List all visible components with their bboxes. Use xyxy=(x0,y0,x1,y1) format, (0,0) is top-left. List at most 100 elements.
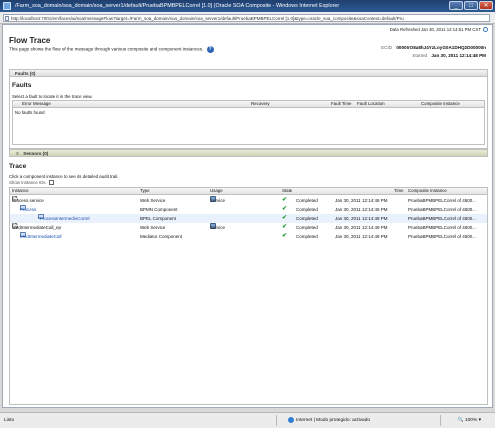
collapse-icon: ≡ xyxy=(16,151,19,156)
description-text: This page shows the flow of the message … xyxy=(9,46,204,52)
col-usage[interactable]: Usage xyxy=(210,188,223,194)
faults-table: Error Message Recovery Fault Time Fault … xyxy=(12,100,485,145)
faults-empty-message: No faults found xyxy=(15,110,45,115)
row-type: Mediator Component xyxy=(140,234,183,239)
row-time: Jan 30, 2011 12:14:48 PM xyxy=(335,198,388,203)
url-field[interactable]: http://localhost:7001/em/faces/ai/soa/me… xyxy=(3,14,490,22)
ecid-row: ECID 0000IrO8a8hJ4YzLoyG0A1DHQ2D00000n xyxy=(376,45,486,50)
trace-row[interactable]: +MedIntermediateCall Mediator Component … xyxy=(10,232,487,241)
refresh-label: Data Refreshed Jan 30, 2011 12:14:51 PM … xyxy=(389,27,481,32)
instance-link[interactable]: Process xyxy=(20,205,36,214)
row-state: Completed xyxy=(296,234,318,239)
window-title-bar: /Farm_soa_domain/soa_domain/soa_server1/… xyxy=(0,0,495,12)
trace-row[interactable]: −MedIntermediateCall_ep Web Service Serv… xyxy=(10,223,487,232)
started-label: Started xyxy=(412,53,428,58)
col-instance[interactable]: Instance xyxy=(12,188,29,194)
row-type: Web Service xyxy=(140,225,166,230)
col-error-message[interactable]: Error Message xyxy=(22,101,51,107)
trace-heading: Trace xyxy=(9,163,27,170)
data-refreshed: Data Refreshed Jan 30, 2011 12:14:51 PM … xyxy=(389,27,488,33)
col-state[interactable]: State xyxy=(282,188,292,194)
zoom-control[interactable]: 🔍 100% ▾ xyxy=(458,413,481,428)
row-time: Jan 30, 2011 12:14:49 PM xyxy=(335,207,388,212)
sensors-bar-label: Sensors (0) xyxy=(23,151,49,156)
col-composite[interactable]: Composite Instance xyxy=(408,188,447,194)
row-time: Jan 30, 2011 12:14:49 PM xyxy=(335,216,388,221)
started-value: Jan 30, 2011 12:14:48 PM xyxy=(431,53,486,58)
faults-section-header[interactable]: Faults (0) xyxy=(9,69,488,77)
faults-hint: Select a fault to locate it in the trace… xyxy=(12,94,93,99)
col-type[interactable]: Type xyxy=(140,188,150,194)
ecid-value: 0000IrO8a8hJ4YzLoyG0A1DHQ2D00000n xyxy=(396,45,486,50)
row-state: Completed xyxy=(296,198,318,203)
row-composite: PruebaBPMBPELCorrel of 4500... xyxy=(408,198,477,203)
url-text: http://localhost:7001/em/faces/ai/soa/me… xyxy=(11,16,404,21)
instance-name: MedIntermediateCall_ep xyxy=(12,225,62,230)
zone-text: Internet | Modo protegido: activado xyxy=(296,418,371,423)
row-time: Jan 30, 2011 12:14:49 PM xyxy=(335,225,388,230)
address-bar: http://localhost:7001/em/faces/ai/soa/me… xyxy=(0,12,495,24)
faults-bar-label: Faults (0) xyxy=(15,71,36,76)
security-zone[interactable]: Internet | Modo protegido: activado xyxy=(288,413,370,428)
col-composite-instance[interactable]: Composite Instance xyxy=(421,101,460,107)
status-divider xyxy=(440,415,441,426)
row-composite: PruebaBPMBPELCorrel of 4500... xyxy=(408,207,477,212)
page-icon xyxy=(5,16,9,21)
started-row: Started Jan 30, 2011 12:14:48 PM xyxy=(411,53,486,58)
trace-row[interactable]: *ProcessIntermedioCorrel BPEL Component … xyxy=(10,214,487,223)
row-type: BPEL Component xyxy=(140,216,176,221)
status-divider xyxy=(276,415,277,426)
help-icon[interactable]: ? xyxy=(206,46,214,53)
minimize-button[interactable]: _ xyxy=(449,1,463,10)
page-content: Data Refreshed Jan 30, 2011 12:14:51 PM … xyxy=(2,24,493,408)
show-instance-ids: Show Instance IDs xyxy=(9,180,54,186)
col-fault-time[interactable]: Fault Time xyxy=(331,101,352,107)
row-composite: PruebaBPMBPELCorrel of 4500... xyxy=(408,216,477,221)
window-title: /Farm_soa_domain/soa_domain/soa_server1/… xyxy=(15,3,340,9)
trace-row[interactable]: −Process.service Web Service Service ✔ C… xyxy=(10,196,487,205)
row-type: BPMN Component xyxy=(140,207,178,212)
col-fault-location[interactable]: Fault Location xyxy=(357,101,385,107)
show-ids-checkbox[interactable] xyxy=(48,180,54,186)
row-usage: Service xyxy=(210,225,226,230)
window-controls: _ □ ✕ xyxy=(449,1,493,10)
row-time: Jan 30, 2011 12:14:49 PM xyxy=(335,234,388,239)
page-title: Flow Trace xyxy=(9,36,51,45)
ecid-label: ECID xyxy=(381,45,393,50)
col-time[interactable]: Time xyxy=(394,188,404,194)
refresh-icon[interactable] xyxy=(483,27,488,33)
instance-link[interactable]: *ProcessIntermedioCorrel xyxy=(38,214,90,223)
row-usage: Service xyxy=(210,198,226,203)
check-icon: ✔ xyxy=(282,197,288,203)
row-state: Completed xyxy=(296,216,318,221)
row-composite: PruebaBPMBPELCorrel of 4500... xyxy=(408,234,477,239)
page-description: This page shows the flow of the message … xyxy=(9,46,214,53)
instance-link[interactable]: MedIntermediateCall xyxy=(20,232,62,241)
row-composite: PruebaBPMBPELCorrel of 4500... xyxy=(408,225,477,230)
col-recovery[interactable]: Recovery xyxy=(251,101,270,107)
faults-table-header: Error Message Recovery Fault Time Fault … xyxy=(13,101,484,108)
trace-table: Instance Type Usage State Time Composite… xyxy=(9,187,488,405)
ie-app-icon xyxy=(3,2,11,10)
check-icon: ✔ xyxy=(282,215,288,221)
trace-row[interactable]: −Process BPMN Component ✔ Completed Jan … xyxy=(10,205,487,214)
maximize-button[interactable]: □ xyxy=(464,1,478,10)
sensors-section-header[interactable]: ≡ Sensors (0) xyxy=(9,149,488,157)
status-text: Listo xyxy=(4,418,15,423)
row-state: Completed xyxy=(296,207,318,212)
instance-name: Process.service xyxy=(12,198,44,203)
faults-panel: Faults Select a fault to locate it in th… xyxy=(9,77,488,149)
check-icon: ✔ xyxy=(282,233,288,239)
faults-heading: Faults xyxy=(12,82,32,89)
globe-icon xyxy=(288,416,294,423)
status-bar: Listo Internet | Modo protegido: activad… xyxy=(0,412,495,428)
row-type: Web Service xyxy=(140,198,166,203)
show-ids-label: Show Instance IDs xyxy=(9,180,46,185)
zoom-value: 100% xyxy=(464,418,478,423)
row-state: Completed xyxy=(296,225,318,230)
check-icon: ✔ xyxy=(282,206,288,212)
close-button[interactable]: ✕ xyxy=(479,1,493,10)
check-icon: ✔ xyxy=(282,224,288,230)
trace-hint: Click a component instance to see its de… xyxy=(9,174,119,179)
trace-table-header: Instance Type Usage State Time Composite… xyxy=(10,188,487,195)
